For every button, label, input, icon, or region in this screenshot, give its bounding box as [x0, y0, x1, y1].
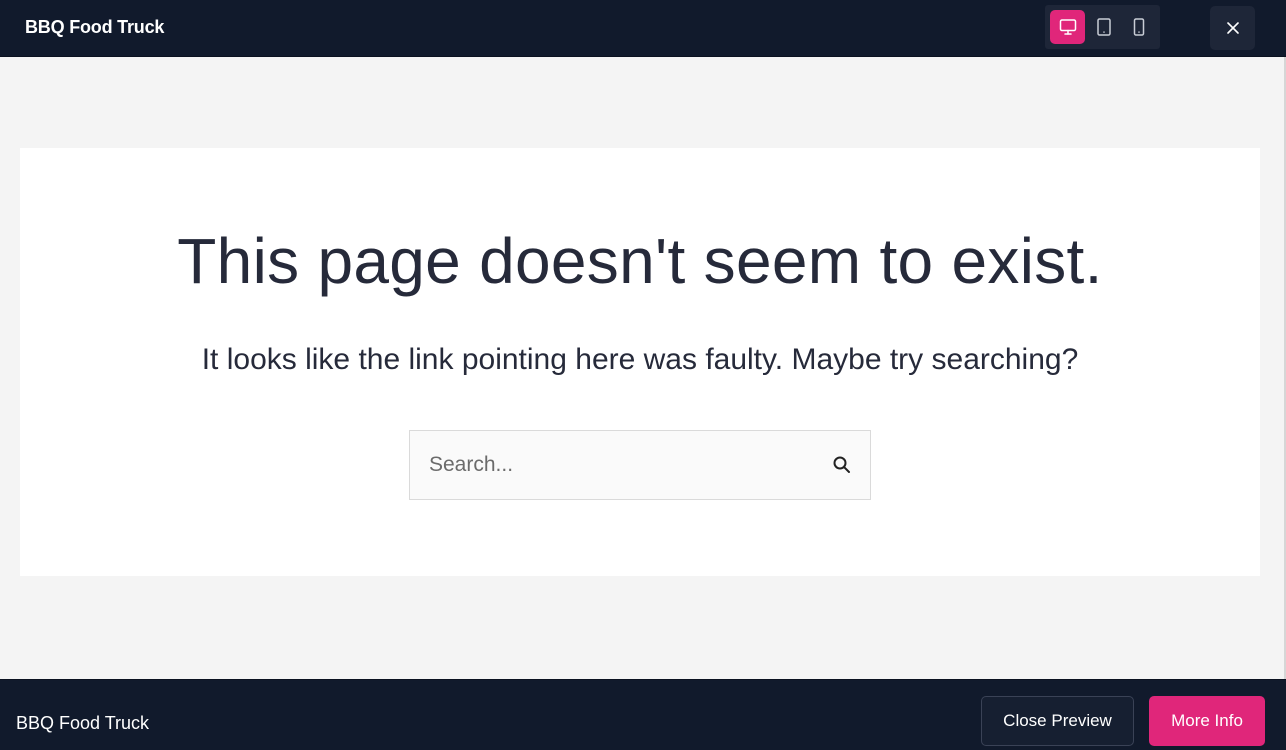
tablet-icon: [1096, 18, 1111, 36]
desktop-view-button[interactable]: [1050, 10, 1085, 44]
page-subtitle: It looks like the link pointing here was…: [201, 343, 1079, 376]
preview-top-bar: BBQ Food Truck: [0, 0, 1286, 57]
search-icon: [833, 456, 850, 473]
footer-site-title: BBQ Food Truck: [16, 713, 150, 733]
search-input[interactable]: [410, 431, 810, 499]
site-title: BBQ Food Truck: [25, 17, 165, 37]
device-switcher: [1045, 5, 1160, 49]
search-form: [409, 430, 871, 500]
close-icon: [1226, 22, 1239, 34]
close-preview-button[interactable]: Close Preview: [981, 696, 1134, 746]
mobile-view-button[interactable]: [1121, 10, 1156, 44]
close-preview-x-button[interactable]: [1210, 6, 1255, 50]
monitor-icon: [1059, 19, 1076, 35]
search-submit-button[interactable]: [830, 453, 854, 477]
more-info-button[interactable]: More Info: [1149, 696, 1265, 746]
page-title: This page doesn't seem to exist.: [177, 225, 1103, 297]
mobile-icon: [1133, 18, 1144, 36]
tablet-view-button[interactable]: [1086, 10, 1121, 44]
preview-bottom-bar: BBQ Food Truck Close Preview More Info: [0, 679, 1286, 750]
